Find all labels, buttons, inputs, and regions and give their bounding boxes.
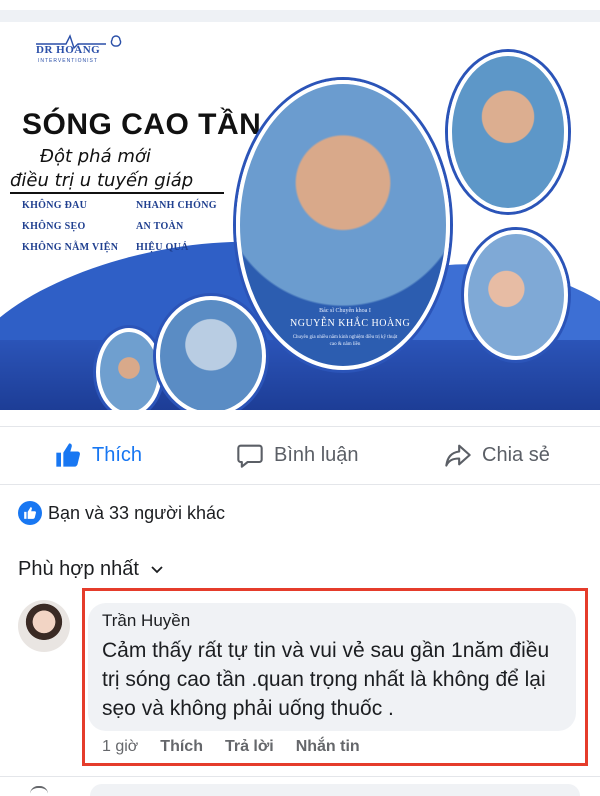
feature-label: KHÔNG SẸO xyxy=(22,221,86,232)
comment-reply-link[interactable]: Trả lời xyxy=(225,738,274,756)
patient-photo xyxy=(464,230,568,360)
banner-top-band xyxy=(0,10,600,22)
surgeon-photo xyxy=(448,52,568,212)
avatar[interactable] xyxy=(18,600,70,652)
divider xyxy=(0,484,600,485)
comment-message-link[interactable]: Nhắn tin xyxy=(296,738,360,756)
feature-label: KHÔNG NẰM VIỆN xyxy=(22,242,119,253)
post-action-bar: Thích Bình luận Chia sẻ xyxy=(0,430,600,478)
thumbs-up-icon xyxy=(56,443,80,467)
comment-sort-dropdown[interactable]: Phù hợp nhất xyxy=(18,556,165,582)
chevron-down-icon xyxy=(151,566,163,574)
comment-input[interactable] xyxy=(90,784,580,796)
post-image[interactable]: DR HOÀNG INTERVENTIONIST SÓNG CAO TẦN Độ… xyxy=(0,10,600,410)
feature-label: KHÔNG ĐAU xyxy=(22,200,88,211)
feature-label: AN TOÀN xyxy=(136,221,184,232)
heartbeat-icon xyxy=(36,34,122,50)
banner-subline-1: Đột phá mới xyxy=(40,146,151,167)
reactions-text: Bạn và 33 người khác xyxy=(48,502,225,523)
doctor-name: NGUYỄN KHẮC HOÀNG xyxy=(290,318,411,329)
comment-author[interactable]: Trần Huyền xyxy=(102,611,190,631)
clinic-logo: DR HOÀNG INTERVENTIONIST xyxy=(36,34,126,68)
feature-label: HIỆU QUẢ xyxy=(136,242,189,253)
share-arrow-icon xyxy=(445,444,471,467)
doctor-title: Bác sĩ Chuyên khoa I xyxy=(319,308,371,314)
share-button[interactable]: Chia sẻ xyxy=(444,440,550,470)
comment-time[interactable]: 1 giờ xyxy=(102,738,138,756)
divider xyxy=(0,426,600,427)
like-button[interactable]: Thích xyxy=(54,440,142,470)
like-label: Thích xyxy=(92,443,143,466)
banner-underline xyxy=(10,192,224,194)
comment-like-link[interactable]: Thích xyxy=(160,738,203,756)
comment-button[interactable]: Bình luận xyxy=(236,440,359,470)
facebook-post-page: DR HOÀNG INTERVENTIONIST SÓNG CAO TẦN Độ… xyxy=(0,0,600,796)
camera-icon[interactable] xyxy=(30,786,48,796)
staff-photo xyxy=(96,328,162,410)
like-reaction-icon xyxy=(18,501,42,525)
sort-label: Phù hợp nhất xyxy=(18,557,139,580)
share-label: Chia sẻ xyxy=(482,443,550,466)
banner-headline: SÓNG CAO TẦN xyxy=(22,108,262,141)
banner-subline-2: điều trị u tuyến giáp xyxy=(10,170,194,191)
speech-bubble-icon xyxy=(237,444,263,468)
comment-meta: 1 giờ Thích Trả lời Nhắn tin xyxy=(102,736,360,758)
comment-label: Bình luận xyxy=(274,443,359,466)
doctor-description: Chuyên gia nhiều năm kinh nghiệm điều tr… xyxy=(292,335,398,347)
comment-text: Cảm thấy rất tự tin và vui vẻ sau gần 1n… xyxy=(102,639,550,720)
feature-label: NHANH CHÓNG xyxy=(136,200,217,211)
procedure-photo xyxy=(156,296,266,410)
reactions-summary[interactable]: Bạn và 33 người khác xyxy=(18,500,225,526)
logo-subtitle: INTERVENTIONIST xyxy=(38,58,98,64)
